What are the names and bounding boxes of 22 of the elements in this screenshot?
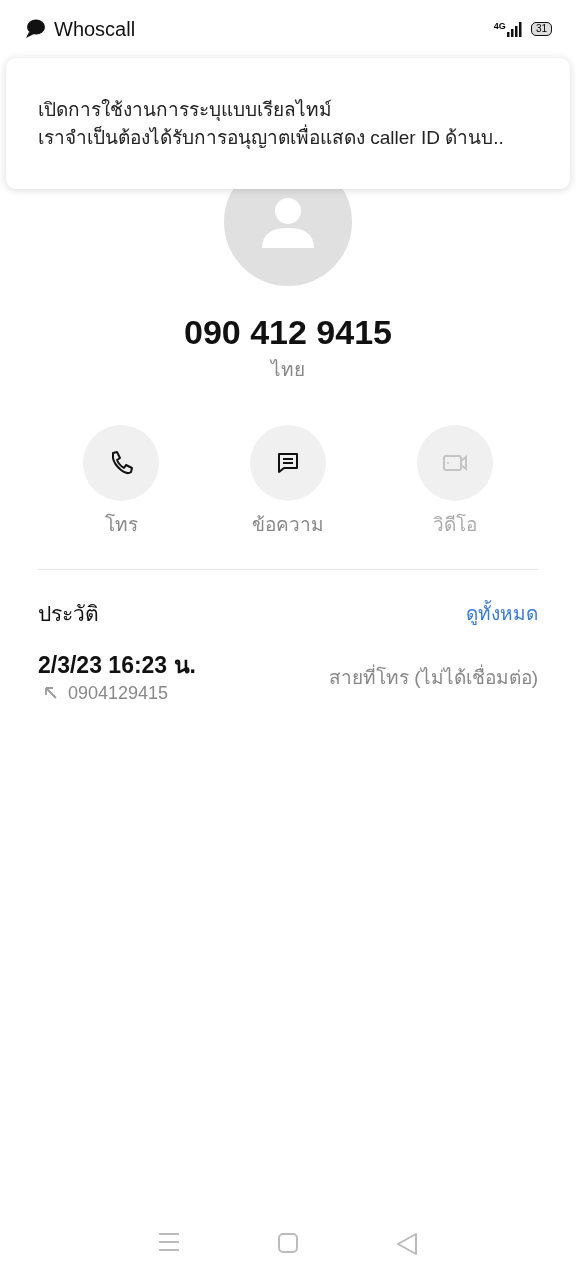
battery-indicator: 31 (530, 22, 552, 36)
call-number: 0904129415 (68, 681, 169, 705)
outgoing-arrow-icon (44, 686, 58, 700)
app-name: Whoscall (54, 17, 136, 42)
notification-body: เราจำเป็นต้องได้รับการอนุญาตเพื่อแสดง caller ID ด้านบ.. (38, 123, 505, 151)
call-time: 2/3/23 16:23 น. (38, 650, 196, 680)
view-all-link[interactable]: ดูทั้งหมด (466, 599, 538, 628)
history-title: ประวัติ (38, 601, 99, 627)
network-label: 4G (493, 22, 506, 31)
action-label: โทร (104, 512, 138, 537)
notification-title: เปิดการใช้งานการระบุแบบเรียลไทม์ (38, 97, 333, 123)
app-logo-icon (24, 18, 46, 40)
phone-number: 090 412 9415 (184, 312, 392, 353)
action-label: วิดีโอ (433, 512, 477, 537)
signal-icon (506, 21, 523, 37)
call-status: สายที่โทร (ไม่ได้เชื่อมต่อ) (329, 663, 538, 690)
home-icon[interactable] (277, 1232, 299, 1254)
menu-icon[interactable] (158, 1232, 181, 1252)
action-label: ข้อความ (252, 512, 324, 537)
person-icon (262, 196, 314, 248)
region-label: ไทย (271, 358, 305, 382)
back-icon[interactable] (395, 1232, 418, 1256)
